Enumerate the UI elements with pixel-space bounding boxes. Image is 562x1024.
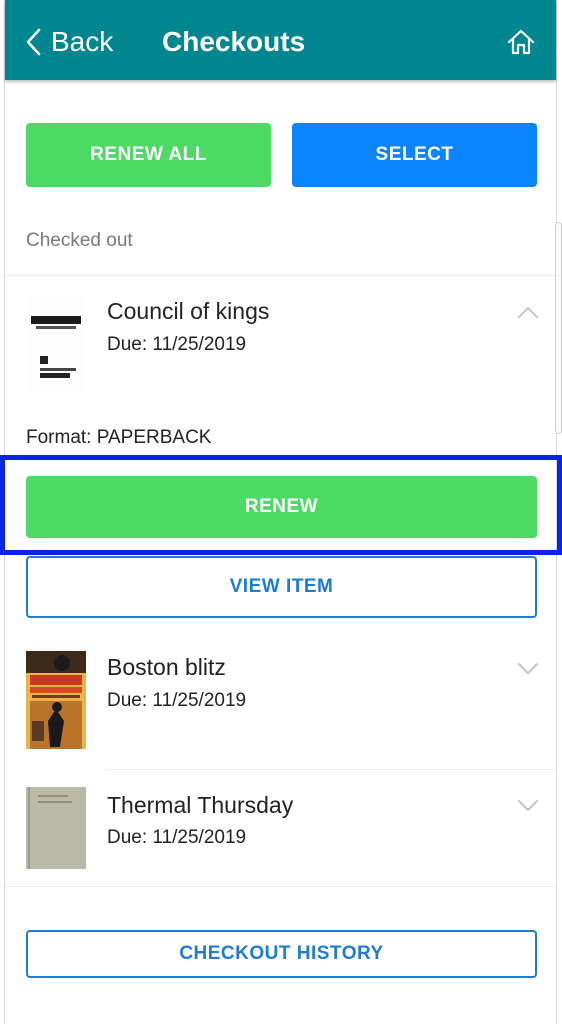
- item-due-date: Due: 11/25/2019: [107, 690, 247, 711]
- top-bar: Back Checkouts: [5, 0, 556, 80]
- item-due-date: Due: 11/25/2019: [107, 827, 247, 848]
- book-cover-council-of-kings: [26, 296, 86, 392]
- back-label: Back: [51, 26, 114, 57]
- book-cover-boston-blitz: [26, 651, 86, 749]
- home-button[interactable]: [506, 28, 536, 61]
- select-button[interactable]: SELECT: [292, 123, 537, 187]
- section-label: Checked out: [26, 230, 133, 251]
- item-title: Thermal Thursday: [107, 792, 294, 818]
- scrollbar[interactable]: [555, 222, 562, 434]
- divider: [5, 886, 558, 887]
- checkout-history-button[interactable]: CHECKOUT HISTORY: [26, 930, 537, 978]
- book-cover-thermal-thursday: [26, 787, 86, 869]
- divider: [5, 275, 558, 276]
- home-icon: [507, 29, 535, 55]
- highlight-box: [0, 455, 562, 555]
- item-due-date: Due: 11/25/2019: [107, 334, 247, 355]
- item-format: Format: PAPERBACK: [26, 427, 212, 448]
- item-title: Council of kings: [107, 298, 270, 324]
- page-title: Checkouts: [162, 26, 306, 57]
- back-button[interactable]: Back: [25, 22, 113, 62]
- chevron-up-icon[interactable]: [517, 305, 539, 319]
- chevron-left-icon: [26, 28, 41, 56]
- view-item-button[interactable]: VIEW ITEM: [26, 556, 537, 618]
- chevron-down-icon[interactable]: [517, 798, 539, 812]
- renew-all-button[interactable]: RENEW ALL: [26, 123, 271, 187]
- item-title: Boston blitz: [107, 654, 226, 680]
- chevron-down-icon[interactable]: [517, 661, 539, 675]
- divider: [107, 769, 558, 770]
